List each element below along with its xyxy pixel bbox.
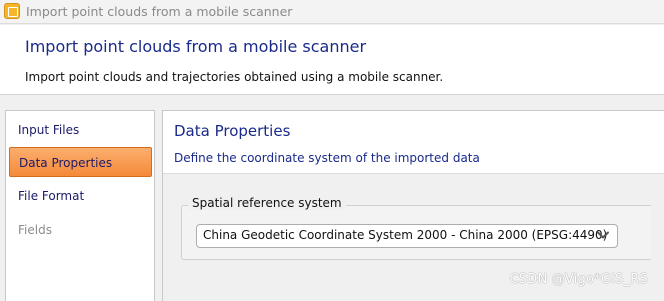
spatial-reference-label: Spatial reference system [188, 196, 346, 210]
sidebar-item-file-format[interactable]: File Format [9, 181, 152, 211]
wizard-header: Import point clouds from a mobile scanne… [0, 25, 664, 95]
wizard-title: Import point clouds from a mobile scanne… [25, 37, 367, 56]
spatial-reference-group: Spatial reference system China Geodetic … [181, 196, 651, 260]
watermark-text: CSDN @Vigo*GIS_RS [509, 272, 648, 287]
sidebar-item-data-properties[interactable]: Data Properties [9, 147, 152, 177]
sidebar-item-fields: Fields [18, 223, 52, 237]
step-description: Define the coordinate system of the impo… [174, 151, 480, 165]
spatial-reference-value: China Geodetic Coordinate System 2000 - … [203, 228, 608, 242]
spatial-reference-dropdown[interactable]: China Geodetic Coordinate System 2000 - … [196, 224, 618, 248]
chevron-down-icon[interactable] [596, 228, 610, 242]
app-icon [4, 3, 20, 19]
window-title: Import point clouds from a mobile scanne… [26, 4, 293, 19]
window-titlebar: Import point clouds from a mobile scanne… [0, 0, 664, 24]
step-header: Data Properties Define the coordinate sy… [163, 111, 664, 174]
step-title: Data Properties [174, 122, 291, 140]
sidebar-item-input-files[interactable]: Input Files [9, 115, 152, 145]
wizard-steps-sidebar: Input Files Data Properties File Format … [5, 110, 155, 301]
wizard-description: Import point clouds and trajectories obt… [25, 70, 444, 84]
